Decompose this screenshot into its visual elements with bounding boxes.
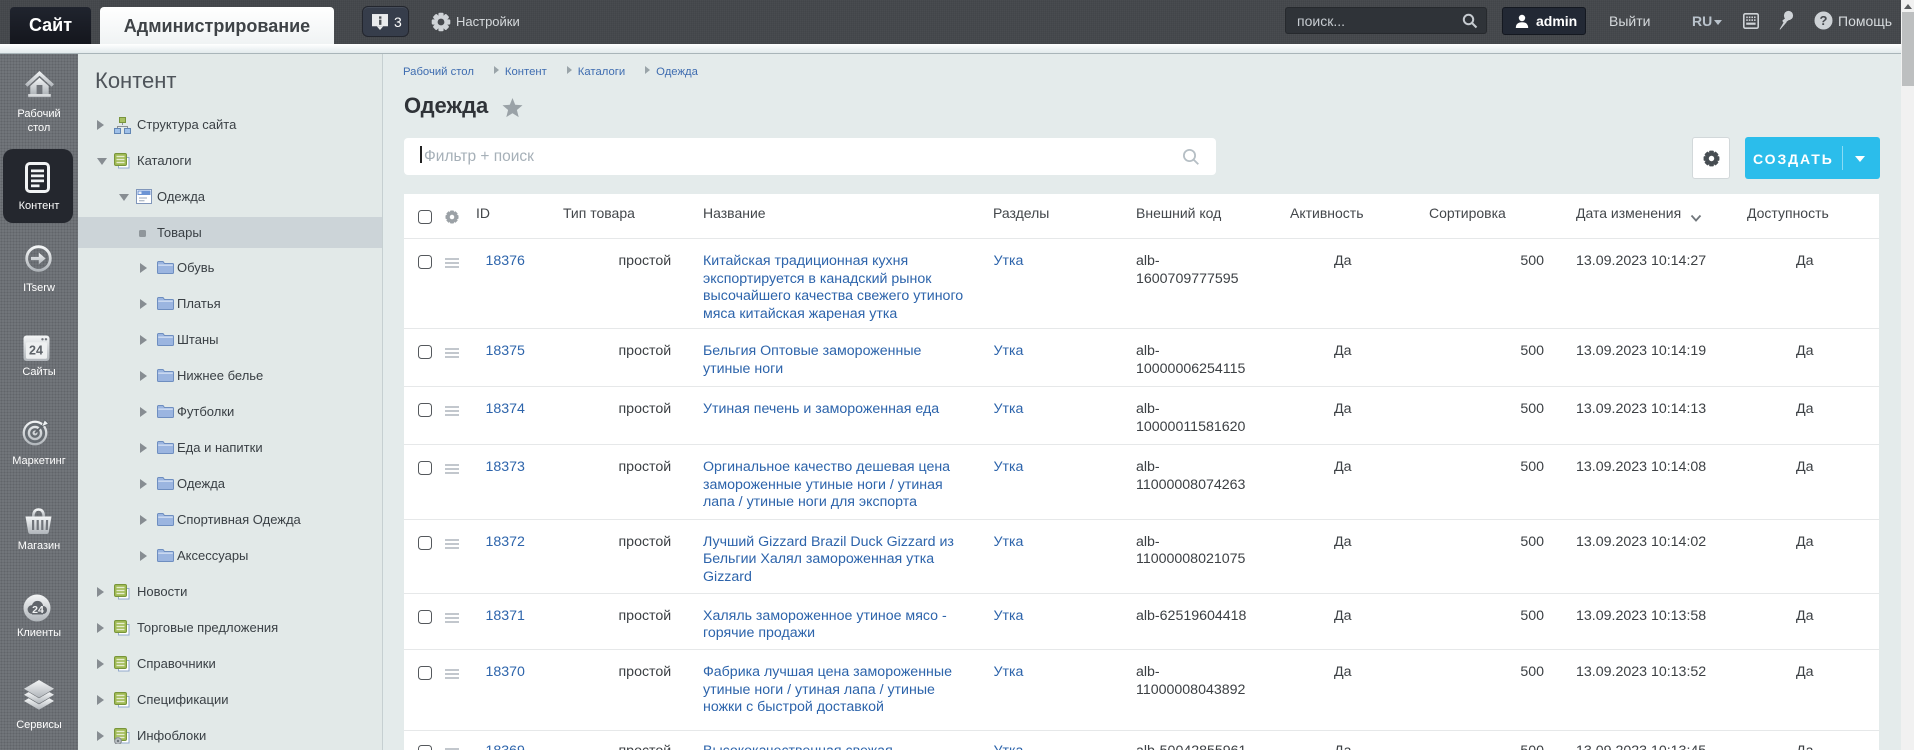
- svg-text:24: 24: [32, 604, 44, 616]
- svg-text:?: ?: [1820, 13, 1828, 28]
- svg-text:24: 24: [29, 344, 43, 358]
